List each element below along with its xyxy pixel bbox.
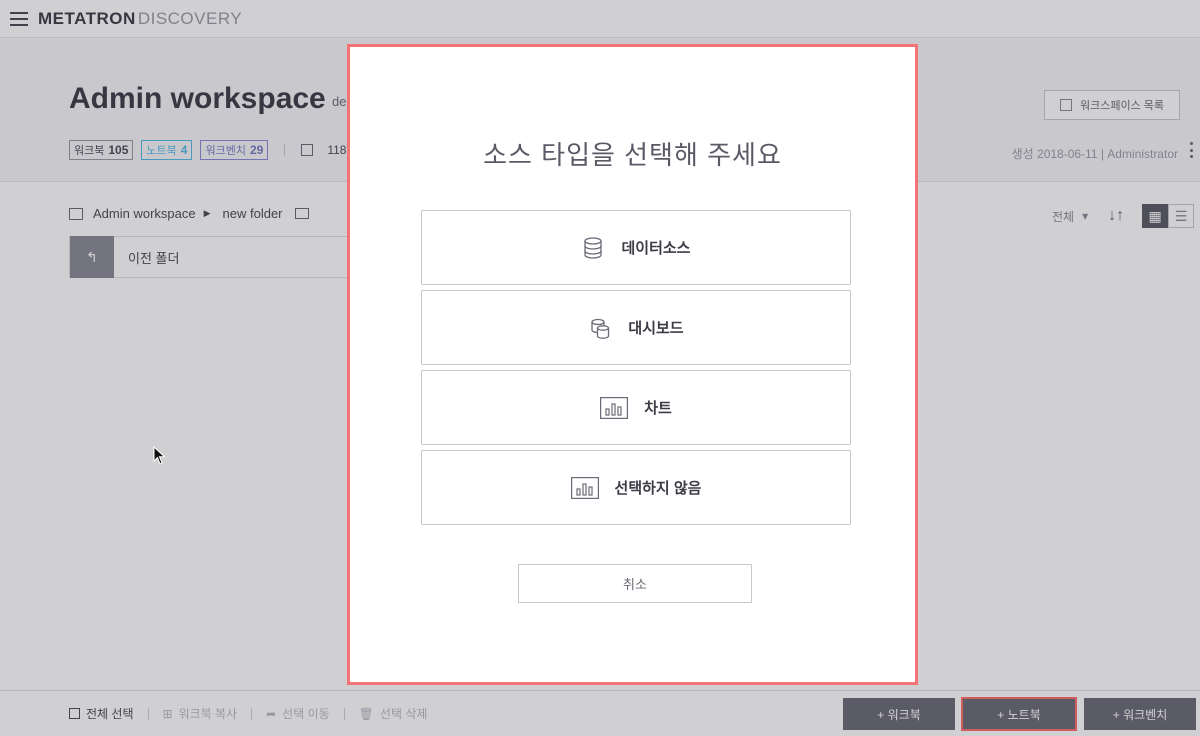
option-label: 차트 [644, 400, 672, 417]
cancel-button[interactable]: 취소 [518, 564, 752, 603]
modal-title: 소스 타입을 선택해 주세요 [483, 140, 782, 170]
mouse-cursor-icon [153, 446, 166, 465]
option-dashboard[interactable]: 대시보드 [421, 290, 851, 365]
option-label: 대시보드 [628, 320, 684, 337]
option-datasource[interactable]: 데이터소스 [421, 210, 851, 285]
dashboard-icon [588, 316, 612, 340]
chart-icon [570, 476, 599, 499]
source-type-modal: 소스 타입을 선택해 주세요 데이터소스 대시보드 차트 선택하지 않음 취소 [347, 44, 918, 685]
option-chart[interactable]: 차트 [421, 370, 851, 445]
database-icon [581, 236, 605, 260]
option-label: 데이터소스 [621, 240, 691, 257]
chart-icon [600, 396, 629, 419]
option-label: 선택하지 않음 [614, 480, 702, 497]
option-none[interactable]: 선택하지 않음 [421, 450, 851, 525]
